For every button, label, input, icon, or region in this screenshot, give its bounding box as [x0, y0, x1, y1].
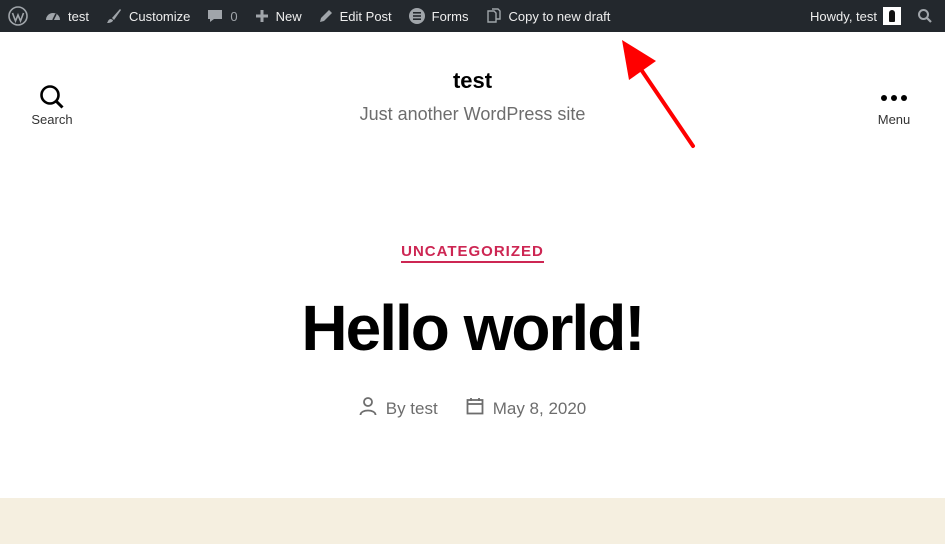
annotation-arrow — [622, 40, 695, 148]
